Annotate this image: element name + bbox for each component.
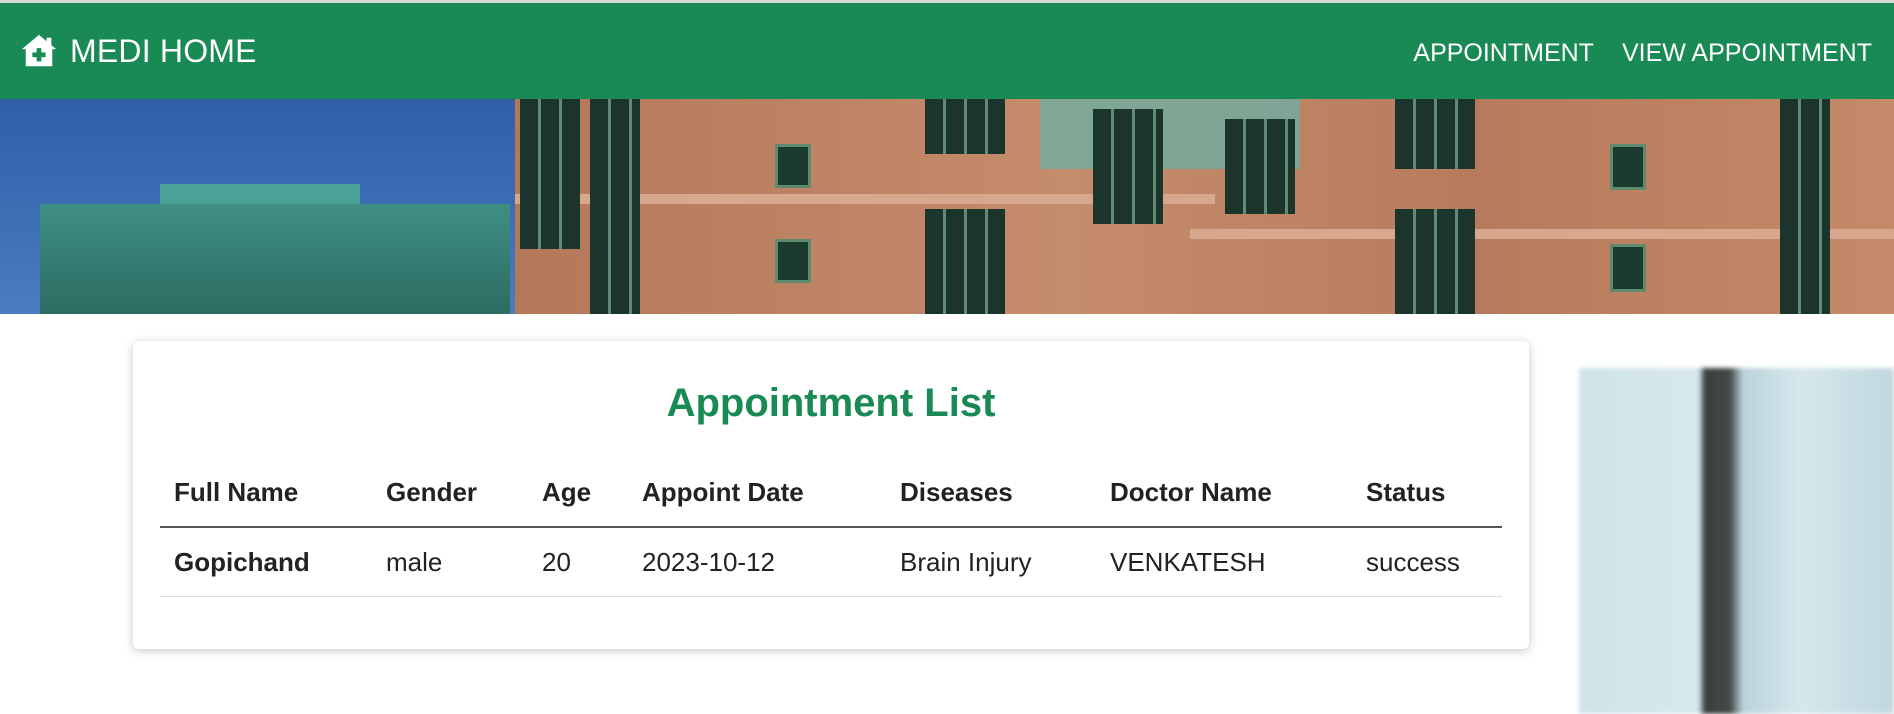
hero-banner-image [0, 99, 1894, 314]
column-header-age: Age [528, 458, 628, 528]
brand-link[interactable]: MEDI HOME [20, 29, 257, 73]
cell-gender: male [372, 527, 528, 597]
side-decorative-image [1579, 368, 1894, 714]
column-header-full-name: Full Name [160, 458, 372, 528]
cell-diseases: Brain Injury [886, 527, 1096, 597]
table-row: Gopichand male 20 2023-10-12 Brain Injur… [160, 527, 1502, 597]
cell-full-name: Gopichand [160, 527, 372, 597]
house-medical-icon [21, 34, 57, 67]
nav-links: APPOINTMENT VIEW APPOINTMENT [1413, 39, 1872, 68]
column-header-status: Status [1352, 458, 1502, 528]
column-header-doctor-name: Doctor Name [1096, 458, 1352, 528]
cell-doctor-name: VENKATESH [1096, 527, 1352, 597]
navbar: MEDI HOME APPOINTMENT VIEW APPOINTMENT [0, 3, 1894, 99]
cell-appoint-date: 2023-10-12 [628, 527, 886, 597]
cell-age: 20 [528, 527, 628, 597]
column-header-diseases: Diseases [886, 458, 1096, 528]
page-title: Appointment List [666, 381, 996, 425]
appointment-table: Full Name Gender Age Appoint Date Diseas… [160, 458, 1502, 597]
brand-name: MEDI HOME [70, 32, 257, 69]
cell-status: success [1352, 527, 1502, 597]
table-header-row: Full Name Gender Age Appoint Date Diseas… [160, 458, 1502, 528]
nav-appointment-link[interactable]: APPOINTMENT [1413, 39, 1594, 68]
column-header-appoint-date: Appoint Date [628, 458, 886, 528]
nav-view-appointment-link[interactable]: VIEW APPOINTMENT [1622, 39, 1872, 68]
column-header-gender: Gender [372, 458, 528, 528]
appointment-list-card: Appointment List Full Name Gender Age Ap… [133, 341, 1529, 649]
